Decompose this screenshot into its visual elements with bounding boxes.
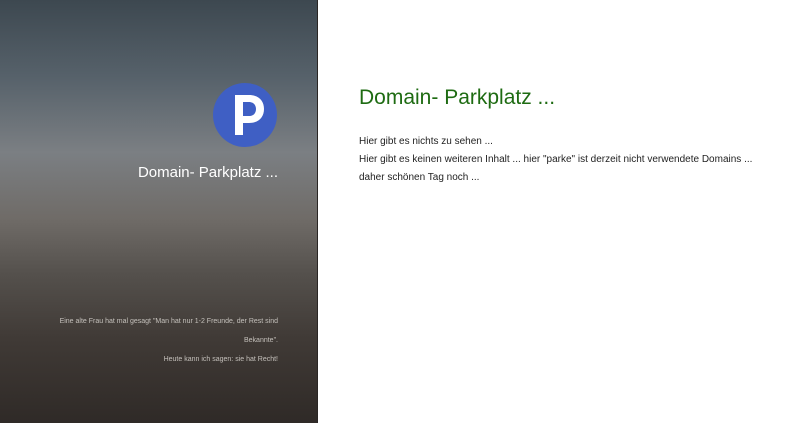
page: Domain- Parkplatz ... Eine alte Frau hat… [0, 0, 800, 423]
content-body: Hier gibt es nichts zu sehen ... Hier gi… [359, 133, 779, 187]
sidebar: Domain- Parkplatz ... Eine alte Frau hat… [0, 0, 318, 423]
parking-logo-graphic [235, 95, 264, 135]
content-paragraph-2: Hier gibt es keinen weiteren Inhalt ... … [359, 154, 753, 183]
parking-p-icon[interactable] [213, 83, 277, 147]
site-title[interactable]: Domain- Parkplatz ... [138, 164, 278, 181]
page-title: Domain- Parkplatz ... [359, 86, 556, 109]
sidebar-quote: Eine alte Frau hat mal gesagt "Man hat n… [38, 312, 278, 369]
quote-line-2: Heute kann ich sagen: sie hat Recht! [163, 356, 278, 363]
content-paragraph-1: Hier gibt es nichts zu sehen ... [359, 136, 493, 147]
main-content: Domain- Parkplatz ... Hier gibt es nicht… [318, 0, 800, 423]
quote-line-1: Eine alte Frau hat mal gesagt "Man hat n… [59, 318, 278, 344]
